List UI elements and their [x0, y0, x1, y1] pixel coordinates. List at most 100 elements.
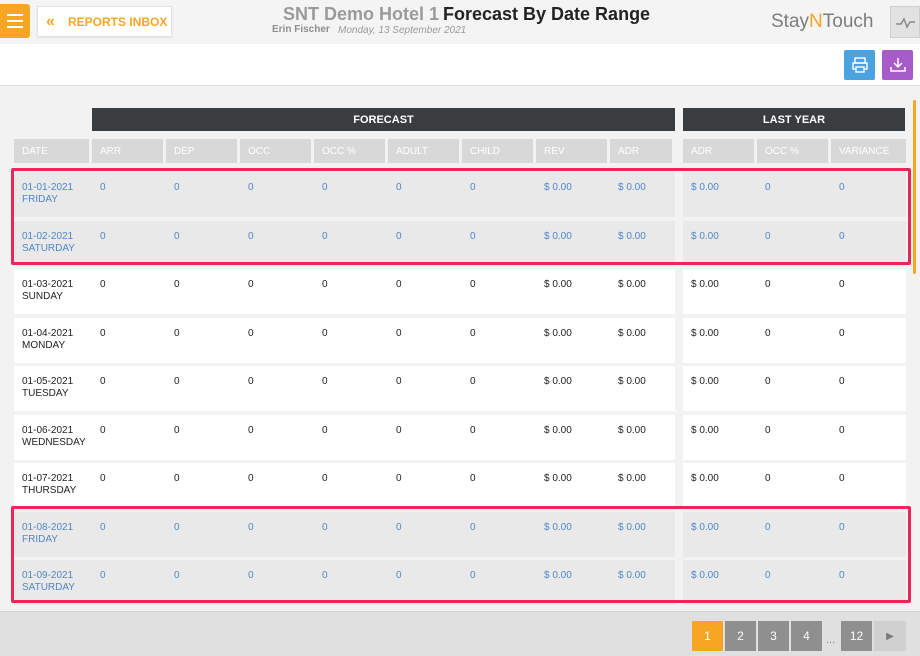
last-year-row-bg — [683, 317, 906, 363]
date-cell: 01-04-2021 MONDAY — [22, 328, 73, 352]
page-button-last[interactable]: 12 — [841, 621, 872, 651]
table-row[interactable]: 01-05-2021 TUESDAY 0 0 0 0 0 0 $ 0.00 $ 0.00 $ 0.0… — [14, 366, 906, 411]
ly-adr-cell: $ 0.00 — [691, 424, 719, 436]
dep-cell: 0 — [174, 376, 180, 387]
adr-cell: $ 0.00 — [618, 424, 646, 436]
print-button[interactable] — [844, 50, 875, 80]
occ-pct-cell: 0 — [322, 473, 328, 484]
day-value: WEDNESDAY — [22, 436, 86, 448]
child-cell: 0 — [470, 376, 476, 387]
child-cell: 0 — [470, 327, 476, 339]
date-value: 01-05-2021 — [22, 376, 74, 387]
print-icon — [851, 57, 868, 73]
date-cell: 01-05-2021 TUESDAY — [22, 376, 73, 400]
dep-cell: 0 — [174, 473, 180, 484]
column-header-adult[interactable]: ADULT — [388, 139, 459, 163]
pagination-ellipsis: ... — [826, 634, 836, 646]
date-cell: 01-03-2021 SUNDAY — [22, 279, 73, 303]
variance-cell: 0 — [839, 376, 845, 387]
scrollbar[interactable] — [913, 100, 916, 274]
page-title: Forecast By Date Range — [443, 4, 651, 24]
hamburger-icon — [7, 14, 23, 16]
occ-cell: 0 — [248, 424, 254, 436]
table-row[interactable]: 01-04-2021 MONDAY 0 0 0 0 0 0 $ 0.00 $ 0.00 $ 0.00… — [14, 317, 906, 363]
logo: StayNTouch — [771, 11, 874, 32]
download-button[interactable] — [882, 50, 913, 80]
date-cell: 01-06-2021 WEDNESDAY — [22, 425, 86, 449]
column-header-ly-adr[interactable]: ADR — [683, 139, 754, 163]
table-row[interactable]: 01-03-2021 SUNDAY 0 0 0 0 0 0 $ 0.00 $ 0.00 $ 0.00… — [14, 269, 906, 314]
column-header-adr[interactable]: ADR — [610, 139, 672, 163]
date-cell: 01-07-2021 THURSDAY — [22, 473, 76, 497]
column-header-child[interactable]: CHILD — [462, 139, 533, 163]
page-button-4[interactable]: 4 — [791, 621, 822, 651]
adr-cell: $ 0.00 — [618, 279, 646, 290]
ly-occ-pct-cell: 0 — [765, 279, 771, 290]
weekend-highlight — [11, 506, 911, 603]
page-button-2[interactable]: 2 — [725, 621, 756, 651]
ly-occ-pct-cell: 0 — [765, 473, 771, 484]
adr-cell: $ 0.00 — [618, 473, 646, 484]
forecast-row-bg — [14, 269, 675, 314]
child-cell: 0 — [470, 424, 476, 436]
dep-cell: 0 — [174, 279, 180, 290]
last-year-row-bg — [683, 366, 906, 411]
adult-cell: 0 — [396, 279, 402, 290]
adult-cell: 0 — [396, 376, 402, 387]
occ-pct-cell: 0 — [322, 376, 328, 387]
menu-button[interactable] — [0, 4, 30, 38]
forecast-row-bg — [14, 414, 675, 460]
rev-cell: $ 0.00 — [544, 279, 572, 290]
report-toolbar — [0, 44, 920, 86]
ly-occ-pct-cell: 0 — [765, 424, 771, 436]
day-value: THURSDAY — [22, 485, 77, 496]
table-row[interactable]: 01-06-2021 WEDNESDAY 0 0 0 0 0 0 $ 0.00 $ 0.00 $ 0… — [14, 414, 906, 460]
ly-occ-pct-cell: 0 — [765, 376, 771, 387]
last-year-row-bg — [683, 269, 906, 314]
adult-cell: 0 — [396, 473, 402, 484]
weekend-highlight — [11, 168, 911, 265]
download-icon — [889, 58, 906, 72]
page-button-1[interactable]: 1 — [692, 621, 723, 651]
caret-right-icon: ▶ — [886, 630, 894, 642]
day-value: SUNDAY — [22, 291, 63, 302]
column-header-ly-occ-pct[interactable]: OCC % — [757, 139, 828, 163]
column-header-arr[interactable]: ARR — [92, 139, 163, 163]
day-value: TUESDAY — [22, 388, 69, 399]
report-content: FORECAST LAST YEAR DATE ARR DEP OCC OCC % ADU… — [0, 86, 920, 611]
last-year-group-header: LAST YEAR — [683, 108, 905, 131]
dep-cell: 0 — [174, 424, 180, 436]
column-header-rev[interactable]: REV — [536, 139, 607, 163]
page-button-3[interactable]: 3 — [758, 621, 789, 651]
column-header-occ-pct[interactable]: OCC % — [314, 139, 385, 163]
arr-cell: 0 — [100, 424, 106, 436]
next-page-button[interactable]: ▶ — [874, 621, 906, 651]
hotel-name: SNT Demo Hotel 1 — [283, 4, 440, 24]
occ-cell: 0 — [248, 376, 254, 387]
adult-cell: 0 — [396, 424, 402, 436]
rev-cell: $ 0.00 — [544, 376, 572, 387]
double-chevron-left-icon: « — [46, 12, 55, 30]
column-header-occ[interactable]: OCC — [240, 139, 311, 163]
occ-pct-cell: 0 — [322, 424, 328, 436]
ly-occ-pct-cell: 0 — [765, 327, 771, 339]
variance-cell: 0 — [839, 279, 845, 290]
column-header-variance[interactable]: VARIANCE — [831, 139, 906, 163]
business-date: Monday, 13 September 2021 — [338, 25, 467, 36]
occ-pct-cell: 0 — [322, 327, 328, 339]
table-row[interactable]: 01-07-2021 THURSDAY 0 0 0 0 0 0 $ 0.00 $ 0.00 $ 0.… — [14, 463, 906, 508]
activity-button[interactable] — [890, 6, 920, 38]
reports-inbox-button[interactable]: « REPORTS INBOX — [37, 6, 172, 37]
column-header-dep[interactable]: DEP — [166, 139, 237, 163]
reports-inbox-label: REPORTS INBOX — [68, 14, 168, 29]
user-name: Erin Fischer — [272, 24, 330, 35]
variance-cell: 0 — [839, 327, 845, 339]
column-header-date[interactable]: DATE — [14, 139, 89, 163]
ly-adr-cell: $ 0.00 — [691, 279, 719, 290]
forecast-row-bg — [14, 366, 675, 411]
arr-cell: 0 — [100, 376, 106, 387]
occ-cell: 0 — [248, 473, 254, 484]
date-value: 01-04-2021 — [22, 327, 74, 339]
occ-pct-cell: 0 — [322, 279, 328, 290]
forecast-group-header: FORECAST — [92, 108, 675, 131]
